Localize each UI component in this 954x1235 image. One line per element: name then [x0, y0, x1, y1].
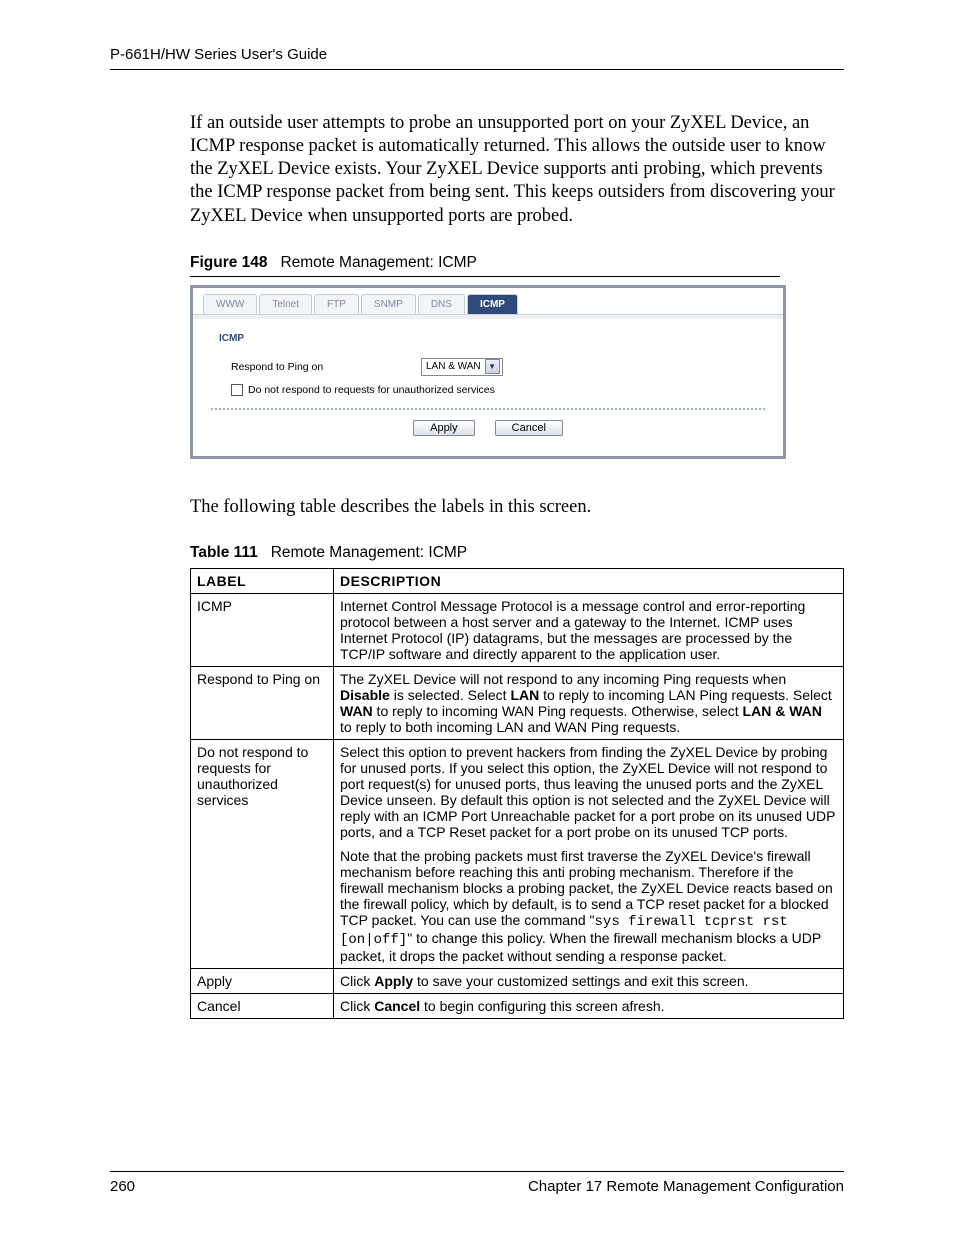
intro-paragraph: If an outside user attempts to probe an … [190, 112, 844, 228]
figure-label: Figure 148 [190, 254, 268, 271]
table-header-row: LABEL DESCRIPTION [191, 568, 844, 593]
embedded-screenshot: WWW Telnet FTP SNMP DNS ICMP ICMP Respon… [190, 285, 786, 459]
tab-snmp[interactable]: SNMP [361, 294, 416, 314]
cell-desc: Internet Control Message Protocol is a m… [334, 593, 844, 666]
respond-select-value: LAN & WAN [426, 361, 481, 372]
figure-rule [190, 276, 780, 277]
table-row: Respond to Ping on The ZyXEL Device will… [191, 666, 844, 739]
panel-section-title: ICMP [209, 327, 767, 350]
tab-telnet[interactable]: Telnet [259, 294, 312, 314]
table-row: Do not respond to requests for unauthori… [191, 739, 844, 968]
row-respond: Respond to Ping on LAN & WAN ▼ [231, 358, 767, 376]
chapter-title: Chapter 17 Remote Management Configurati… [528, 1178, 844, 1195]
panel: ICMP Respond to Ping on LAN & WAN ▼ Do n… [193, 319, 783, 456]
cell-desc: Click Apply to save your customized sett… [334, 968, 844, 993]
apply-button[interactable]: Apply [413, 420, 475, 436]
page-footer: 260 Chapter 17 Remote Management Configu… [110, 1171, 844, 1195]
cell-label: Cancel [191, 993, 334, 1018]
th-desc: DESCRIPTION [334, 568, 844, 593]
tab-dns[interactable]: DNS [418, 294, 465, 314]
header-title: P-661H/HW Series User's Guide [110, 46, 844, 63]
cell-label: Do not respond to requests for unauthori… [191, 739, 334, 968]
description-table: LABEL DESCRIPTION ICMP Internet Control … [190, 568, 844, 1019]
table-row: ICMP Internet Control Message Protocol i… [191, 593, 844, 666]
tab-www[interactable]: WWW [203, 294, 257, 314]
mid-paragraph: The following table describes the labels… [190, 497, 844, 518]
table-caption: Table 111 Remote Management: ICMP [190, 544, 844, 562]
page-number: 260 [110, 1178, 135, 1195]
cell-label: ICMP [191, 593, 334, 666]
tab-bar: WWW Telnet FTP SNMP DNS ICMP [193, 288, 783, 314]
figure-caption: Figure 148 Remote Management: ICMP [190, 254, 844, 277]
checkbox-label: Do not respond to requests for unauthori… [248, 384, 495, 396]
table-label: Table 111 [190, 544, 258, 561]
figure-title: Remote Management: ICMP [280, 254, 476, 271]
cancel-button[interactable]: Cancel [495, 420, 563, 436]
th-label: LABEL [191, 568, 334, 593]
table-title: Remote Management: ICMP [271, 544, 467, 561]
cell-desc: Select this option to prevent hackers fr… [334, 739, 844, 968]
row-checkbox: Do not respond to requests for unauthori… [231, 384, 767, 396]
respond-select[interactable]: LAN & WAN ▼ [421, 358, 503, 376]
chevron-down-icon: ▼ [485, 359, 500, 374]
cell-desc: Click Cancel to begin configuring this s… [334, 993, 844, 1018]
header-rule [110, 69, 844, 70]
checkbox-unauthorized[interactable] [231, 384, 243, 396]
button-row: Apply Cancel [211, 408, 765, 446]
respond-label: Respond to Ping on [231, 361, 421, 373]
cell-desc: The ZyXEL Device will not respond to any… [334, 666, 844, 739]
tab-icmp[interactable]: ICMP [467, 294, 518, 314]
page: P-661H/HW Series User's Guide If an outs… [0, 0, 954, 1235]
tab-ftp[interactable]: FTP [314, 294, 359, 314]
cell-label: Respond to Ping on [191, 666, 334, 739]
cell-label: Apply [191, 968, 334, 993]
table-row: Apply Click Apply to save your customize… [191, 968, 844, 993]
table-row: Cancel Click Cancel to begin configuring… [191, 993, 844, 1018]
